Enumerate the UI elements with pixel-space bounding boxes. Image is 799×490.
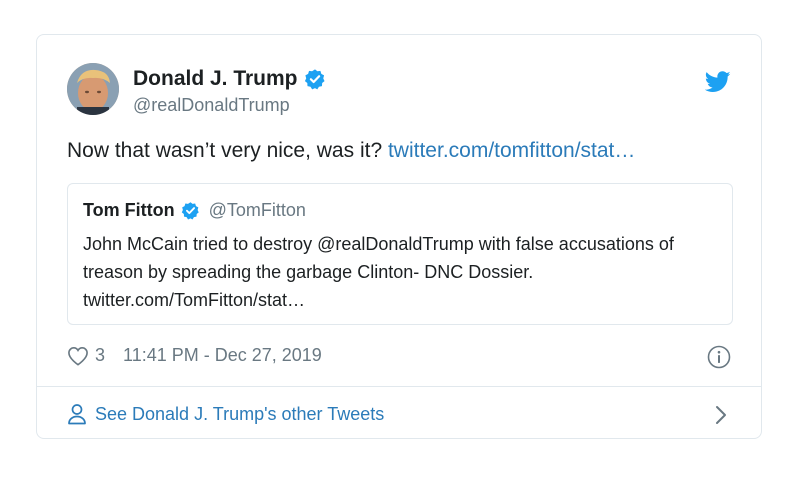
footer-divider [37,386,761,387]
author-name[interactable]: Donald J. Trump [133,67,298,91]
tweet-timestamp[interactable]: 11:41 PM - Dec 27, 2019 [123,345,322,366]
chevron-right-icon[interactable] [715,405,727,425]
avatar[interactable] [67,63,119,115]
heart-icon[interactable] [67,346,89,366]
author-handle[interactable]: @realDonaldTrump [133,95,326,116]
see-other-tweets-link[interactable]: See Donald J. Trump's other Tweets [67,403,384,425]
quote-text: John McCain tried to destroy @realDonald… [83,234,674,310]
see-other-tweets-label[interactable]: See Donald J. Trump's other Tweets [95,404,384,425]
tweet-link[interactable]: twitter.com/tomfitton/stat… [388,139,635,162]
tweet-author[interactable]: Donald J. Trump @realDonaldTrump [133,67,326,116]
verified-badge-icon [304,69,325,90]
tweet-text: Now that wasn’t very nice, was it? twitt… [67,139,635,163]
quote-author-handle[interactable]: @TomFitton [209,200,306,221]
info-icon[interactable] [707,345,731,369]
tweet-body: Now that wasn’t very nice, was it? [67,139,383,162]
like-count[interactable]: 3 [95,345,105,366]
verified-badge-icon [181,202,199,220]
twitter-bird-icon[interactable] [705,71,731,93]
quoted-tweet[interactable]: Tom Fitton @TomFitton John McCain tried … [67,183,733,325]
person-icon [68,404,86,425]
quote-author-name[interactable]: Tom Fitton [83,200,175,221]
tweet-meta: 3 11:41 PM - Dec 27, 2019 [67,345,322,366]
embedded-tweet-card[interactable]: Donald J. Trump @realDonaldTrump Now tha… [36,34,762,439]
